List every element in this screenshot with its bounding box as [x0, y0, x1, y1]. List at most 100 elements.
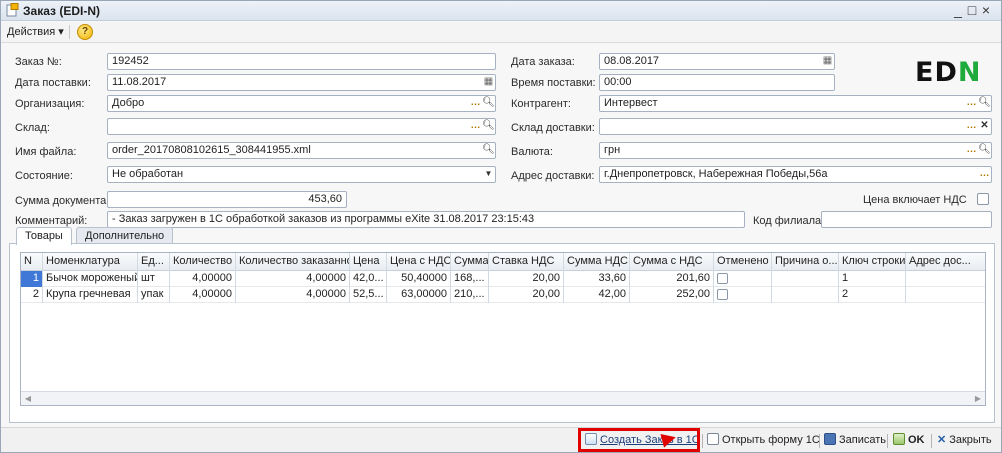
address-field[interactable]: г.Днепропетровск, Набережная Победы,56а … [599, 166, 992, 183]
scroll-left-icon[interactable]: ◀ [21, 392, 35, 405]
calendar-icon[interactable]: ▦ [482, 75, 495, 90]
search-icon[interactable]: 🔍︎ [482, 143, 495, 158]
status-select[interactable]: Не обработан ▼ [107, 166, 496, 183]
table-row[interactable]: 2 Крупа гречневая упак 4,00000 4,00000 5… [21, 287, 985, 303]
column-header[interactable]: Сумма с НДС [630, 253, 714, 271]
select-dots-icon[interactable]: … [469, 96, 482, 111]
cell-row-key[interactable]: 2 [839, 287, 906, 303]
search-icon[interactable]: 🔍︎ [978, 143, 991, 158]
row-number[interactable]: 1 [21, 271, 43, 287]
tab-goods[interactable]: Товары [16, 227, 72, 245]
cell-price-vat[interactable]: 50,40000 [387, 271, 451, 287]
warehouse-field[interactable]: … 🔍︎ [107, 118, 496, 135]
cell-ordered-quantity[interactable]: 4,00000 [236, 287, 350, 303]
select-dots-icon[interactable]: … [965, 143, 978, 158]
toolbar-separator [702, 434, 703, 448]
goods-table: N Номенклатура Ед... Количество Количест… [20, 252, 986, 406]
bottom-toolbar: Создать Заказ в 1С Открыть форму 1С Запи… [1, 427, 1001, 452]
cell-row-key[interactable]: 1 [839, 271, 906, 287]
chevron-down-icon[interactable]: ▼ [482, 167, 495, 182]
search-icon[interactable]: 🔍︎ [482, 119, 495, 134]
select-dots-icon[interactable]: … [978, 167, 991, 182]
delivery-date-field[interactable]: 11.08.2017 ▦ [107, 74, 496, 91]
column-header[interactable]: Причина о... [772, 253, 839, 271]
column-header[interactable]: Отменено [714, 253, 772, 271]
cell-sum[interactable]: 168,... [451, 271, 489, 287]
cell-sum[interactable]: 210,... [451, 287, 489, 303]
order-date-field[interactable]: 08.08.2017 ▦ [599, 53, 835, 70]
close-window-button[interactable]: × [981, 2, 995, 18]
cell-vat-rate[interactable]: 20,00 [489, 287, 564, 303]
column-header[interactable]: Количество заказанное [236, 253, 350, 271]
clear-icon[interactable]: ✕ [978, 119, 991, 134]
vat-included-checkbox[interactable] [977, 193, 989, 205]
table-row[interactable]: 1 Бычок мороженый шт 4,00000 4,00000 42,… [21, 271, 985, 287]
cancelled-checkbox[interactable] [717, 289, 728, 300]
cell-quantity[interactable]: 4,00000 [170, 287, 236, 303]
column-header[interactable]: Цена [350, 253, 387, 271]
column-header[interactable]: Ключ строки [839, 253, 906, 271]
delivery-warehouse-field[interactable]: … ✕ [599, 118, 992, 135]
column-header[interactable]: Ед... [138, 253, 170, 271]
organization-field[interactable]: Добро … 🔍︎ [107, 95, 496, 112]
cell-sum-vat[interactable]: 201,60 [630, 271, 714, 287]
column-header[interactable]: Номенклатура [43, 253, 138, 271]
cell-vat-sum[interactable]: 33,60 [564, 271, 630, 287]
cell-vat-rate[interactable]: 20,00 [489, 271, 564, 287]
column-header[interactable]: Количество [170, 253, 236, 271]
select-dots-icon[interactable]: … [965, 119, 978, 134]
cancelled-checkbox[interactable] [717, 273, 728, 284]
sum-field[interactable]: 453,60 [107, 191, 347, 208]
column-header[interactable]: Сумма НДС [564, 253, 630, 271]
ok-button[interactable]: OK [893, 433, 925, 446]
search-icon[interactable]: 🔍︎ [978, 96, 991, 111]
column-header[interactable]: Адрес дос... [906, 253, 985, 271]
actions-menu-button[interactable]: Действия ▾ [7, 25, 64, 38]
cell-reason[interactable] [772, 271, 839, 287]
calendar-icon[interactable]: ▦ [821, 54, 834, 69]
cell-price[interactable]: 52,5... [350, 287, 387, 303]
column-header[interactable]: Цена с НДС [387, 253, 451, 271]
horizontal-scrollbar[interactable]: ◀ ▶ [21, 391, 985, 405]
filename-field[interactable]: order_20170808102615_308441955.xml 🔍︎ [107, 142, 496, 159]
cell-ordered-quantity[interactable]: 4,00000 [236, 271, 350, 287]
scroll-right-icon[interactable]: ▶ [971, 392, 985, 405]
organization-value: Добро [112, 97, 145, 109]
cell-delivery-address[interactable] [906, 271, 985, 287]
close-button[interactable]: ✕ Закрыть [937, 433, 992, 446]
branch-code-field[interactable] [821, 211, 992, 228]
cell-item[interactable]: Бычок мороженый [43, 271, 138, 287]
help-icon[interactable]: ? [77, 24, 93, 40]
cell-unit[interactable]: шт [138, 271, 170, 287]
maximize-button[interactable]: □ [967, 2, 981, 18]
cell-unit[interactable]: упак [138, 287, 170, 303]
column-header[interactable]: N [21, 253, 43, 271]
cell-cancelled[interactable] [714, 271, 772, 287]
cell-delivery-address[interactable] [906, 287, 985, 303]
cell-quantity[interactable]: 4,00000 [170, 271, 236, 287]
open-form-1c-button[interactable]: Открыть форму 1С [707, 433, 820, 446]
search-icon[interactable]: 🔍︎ [482, 96, 495, 111]
cell-price-vat[interactable]: 63,00000 [387, 287, 451, 303]
filename-label: Имя файла: [15, 146, 77, 158]
cell-vat-sum[interactable]: 42,00 [564, 287, 630, 303]
select-dots-icon[interactable]: … [965, 96, 978, 111]
currency-field[interactable]: грн … 🔍︎ [599, 142, 992, 159]
cell-reason[interactable] [772, 287, 839, 303]
cell-sum-vat[interactable]: 252,00 [630, 287, 714, 303]
minimize-button[interactable]: _ [953, 2, 967, 18]
cell-item[interactable]: Крупа гречневая [43, 287, 138, 303]
save-button[interactable]: Записать [824, 433, 886, 446]
column-header[interactable]: Ставка НДС [489, 253, 564, 271]
delivery-time-field[interactable]: 00:00 [599, 74, 835, 91]
order-no-field[interactable]: 192452 [107, 53, 496, 70]
title-bar: Заказ (EDI-N) _ □ × [1, 1, 1001, 21]
select-dots-icon[interactable]: … [469, 119, 482, 134]
cell-price[interactable]: 42,0... [350, 271, 387, 287]
counterparty-field[interactable]: Интервест … 🔍︎ [599, 95, 992, 112]
column-header[interactable]: Сумма [451, 253, 489, 271]
cell-cancelled[interactable] [714, 287, 772, 303]
tab-additional[interactable]: Дополнительно [76, 227, 174, 244]
row-number[interactable]: 2 [21, 287, 43, 303]
comment-field[interactable]: - Заказ загружен в 1С обработкой заказов… [107, 211, 745, 228]
